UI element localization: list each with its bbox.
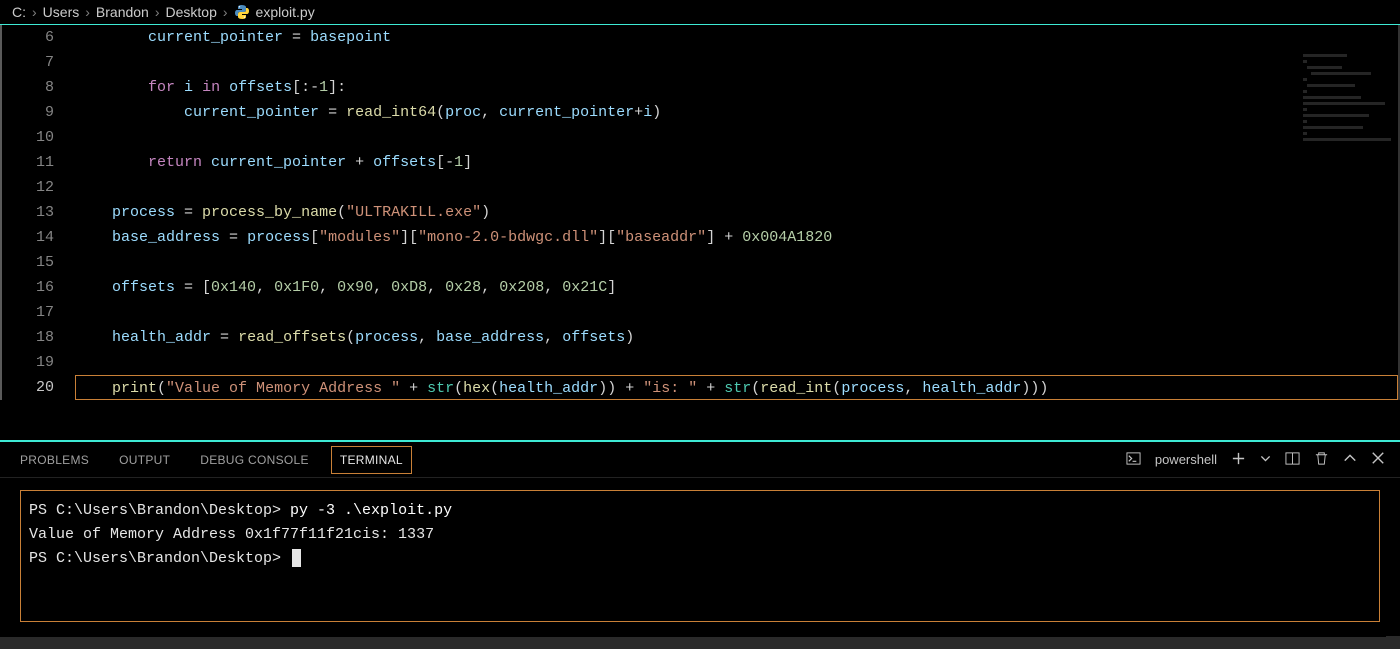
line-number[interactable]: 20: [2, 375, 54, 400]
line-number[interactable]: 13: [2, 200, 54, 225]
code-line[interactable]: [76, 350, 1398, 375]
chevron-right-icon: ›: [85, 4, 90, 20]
line-number[interactable]: 19: [2, 350, 54, 375]
line-number[interactable]: 16: [2, 275, 54, 300]
line-number[interactable]: 6: [2, 25, 54, 50]
chevron-right-icon: ›: [223, 4, 228, 20]
line-number[interactable]: 15: [2, 250, 54, 275]
code-line[interactable]: [76, 175, 1398, 200]
code-line[interactable]: offsets = [0x140, 0x1F0, 0x90, 0xD8, 0x2…: [76, 275, 1398, 300]
code-line[interactable]: print("Value of Memory Address " + str(h…: [75, 375, 1398, 400]
trash-icon[interactable]: [1314, 451, 1329, 469]
terminal-output[interactable]: PS C:\Users\Brandon\Desktop> py -3 .\exp…: [20, 490, 1380, 622]
close-icon[interactable]: [1371, 451, 1385, 468]
line-number[interactable]: 8: [2, 75, 54, 100]
line-number[interactable]: 12: [2, 175, 54, 200]
code-content[interactable]: current_pointer = basepoint for i in off…: [76, 25, 1398, 400]
line-number[interactable]: 9: [2, 100, 54, 125]
code-editor[interactable]: 67891011121314151617181920 current_point…: [0, 25, 1400, 400]
terminal-cursor: [292, 549, 301, 567]
chevron-right-icon: ›: [155, 4, 160, 20]
code-line[interactable]: health_addr = read_offsets(process, base…: [76, 325, 1398, 350]
tab-debug-console[interactable]: DEBUG CONSOLE: [200, 445, 309, 475]
python-file-icon: [234, 4, 250, 20]
code-line[interactable]: current_pointer = read_int64(proc, curre…: [76, 100, 1398, 125]
new-terminal-icon[interactable]: [1231, 451, 1246, 469]
breadcrumb-segment[interactable]: Brandon: [96, 4, 149, 20]
code-line[interactable]: [76, 50, 1398, 75]
chevron-down-icon[interactable]: [1260, 453, 1271, 467]
terminal-shell-label[interactable]: powershell: [1155, 452, 1217, 467]
breadcrumb-segment[interactable]: C:: [12, 4, 26, 20]
breadcrumb[interactable]: C: › Users › Brandon › Desktop › exploit…: [0, 0, 1400, 25]
code-line[interactable]: [76, 250, 1398, 275]
line-number[interactable]: 17: [2, 300, 54, 325]
breadcrumb-file[interactable]: exploit.py: [256, 4, 315, 20]
split-terminal-icon[interactable]: [1285, 451, 1300, 469]
breadcrumb-segment[interactable]: Users: [43, 4, 80, 20]
breadcrumb-segment[interactable]: Desktop: [166, 4, 217, 20]
line-number-gutter[interactable]: 67891011121314151617181920: [2, 25, 76, 400]
line-number[interactable]: 10: [2, 125, 54, 150]
code-line[interactable]: [76, 125, 1398, 150]
code-line[interactable]: return current_pointer + offsets[-1]: [76, 150, 1398, 175]
vertical-scrollbar-corner[interactable]: [1386, 636, 1400, 649]
terminal-shell-icon[interactable]: [1126, 451, 1141, 469]
code-line[interactable]: process = process_by_name("ULTRAKILL.exe…: [76, 200, 1398, 225]
chevron-up-icon[interactable]: [1343, 451, 1357, 468]
code-line[interactable]: [76, 300, 1398, 325]
line-number[interactable]: 11: [2, 150, 54, 175]
panel-tab-bar: PROBLEMS OUTPUT DEBUG CONSOLE TERMINAL p…: [0, 442, 1400, 478]
bottom-panel: PROBLEMS OUTPUT DEBUG CONSOLE TERMINAL p…: [0, 442, 1400, 622]
code-line[interactable]: current_pointer = basepoint: [76, 25, 1398, 50]
line-number[interactable]: 7: [2, 50, 54, 75]
line-number[interactable]: 18: [2, 325, 54, 350]
tab-terminal[interactable]: TERMINAL: [331, 446, 412, 474]
code-line[interactable]: for i in offsets[:-1]:: [76, 75, 1398, 100]
horizontal-scrollbar[interactable]: [0, 637, 1386, 649]
code-line[interactable]: base_address = process["modules"]["mono-…: [76, 225, 1398, 250]
line-number[interactable]: 14: [2, 225, 54, 250]
tab-output[interactable]: OUTPUT: [119, 445, 170, 475]
tab-problems[interactable]: PROBLEMS: [20, 445, 89, 475]
chevron-right-icon: ›: [32, 4, 37, 20]
